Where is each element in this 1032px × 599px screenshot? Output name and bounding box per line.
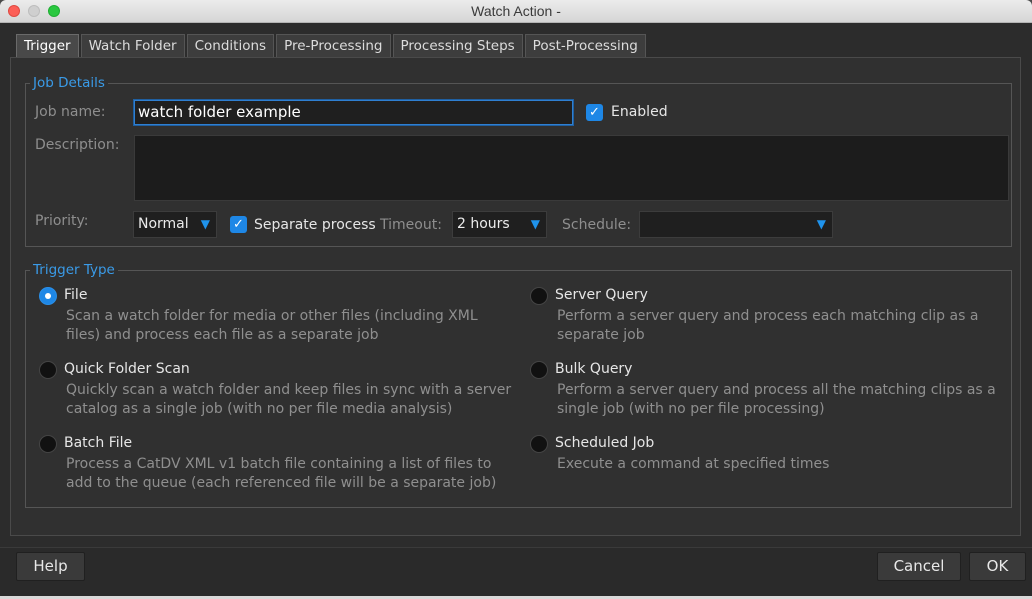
schedule-select[interactable]: ▼ bbox=[639, 211, 833, 238]
trigger-scheduled-job-description: Execute a command at specified times bbox=[557, 456, 830, 472]
separate-process-checkbox[interactable]: ✓ bbox=[230, 216, 247, 233]
cancel-button[interactable]: Cancel bbox=[877, 552, 961, 581]
chevron-down-icon: ▼ bbox=[530, 217, 540, 231]
trigger-batch-file-description: Process a CatDV XML v1 batch file contai… bbox=[66, 456, 497, 491]
tab-bar: Trigger Watch Folder Conditions Pre-Proc… bbox=[16, 34, 648, 58]
description-label: Description: bbox=[35, 137, 120, 153]
ok-button[interactable]: OK bbox=[969, 552, 1026, 581]
trigger-scheduled-job-radio[interactable] bbox=[530, 435, 548, 453]
job-details-legend: Job Details bbox=[33, 75, 105, 91]
trigger-batch-file-radio[interactable] bbox=[39, 435, 57, 453]
trigger-server-query-description: Perform a server query and process each … bbox=[557, 308, 979, 343]
description-textarea[interactable] bbox=[134, 135, 1009, 201]
job-name-label: Job name: bbox=[35, 104, 106, 120]
tab-processing-steps[interactable]: Processing Steps bbox=[392, 34, 523, 57]
chevron-down-icon: ▼ bbox=[816, 217, 826, 231]
trigger-bulk-query-description: Perform a server query and process all t… bbox=[557, 382, 996, 417]
priority-select[interactable]: Normal ▼ bbox=[133, 211, 217, 238]
trigger-type-legend: Trigger Type bbox=[33, 262, 115, 278]
timeout-label: Timeout: bbox=[380, 217, 442, 233]
watch-action-dialog: Watch Action - Trigger Watch Folder Cond… bbox=[0, 0, 1032, 596]
title-bar[interactable]: Watch Action - bbox=[0, 0, 1032, 23]
enabled-label: Enabled bbox=[611, 104, 668, 120]
schedule-label: Schedule: bbox=[562, 217, 632, 233]
dialog-footer: Help Cancel OK bbox=[0, 547, 1032, 596]
tab-trigger[interactable]: Trigger bbox=[16, 34, 79, 58]
job-name-input[interactable]: watch folder example bbox=[134, 100, 573, 125]
timeout-select[interactable]: 2 hours ▼ bbox=[452, 211, 547, 238]
help-button[interactable]: Help bbox=[16, 552, 85, 581]
trigger-file-radio[interactable] bbox=[39, 287, 57, 305]
trigger-panel: Job Details Job name: watch folder examp… bbox=[10, 57, 1021, 536]
trigger-quick-folder-scan-label: Quick Folder Scan bbox=[64, 361, 190, 377]
trigger-scheduled-job-label: Scheduled Job bbox=[555, 435, 655, 451]
chevron-down-icon: ▼ bbox=[200, 217, 210, 231]
trigger-file-description: Scan a watch folder for media or other f… bbox=[66, 308, 478, 343]
tab-post-processing[interactable]: Post-Processing bbox=[524, 34, 646, 57]
trigger-file-label: File bbox=[64, 287, 88, 303]
trigger-bulk-query-radio[interactable] bbox=[530, 361, 548, 379]
trigger-quick-folder-scan-radio[interactable] bbox=[39, 361, 57, 379]
priority-value: Normal bbox=[138, 216, 189, 232]
tab-watch-folder[interactable]: Watch Folder bbox=[80, 34, 185, 57]
trigger-batch-file-label: Batch File bbox=[64, 435, 133, 451]
priority-label: Priority: bbox=[35, 213, 89, 229]
tab-conditions[interactable]: Conditions bbox=[186, 34, 275, 57]
separate-process-label: Separate process bbox=[254, 217, 376, 233]
trigger-bulk-query-label: Bulk Query bbox=[555, 361, 633, 377]
trigger-quick-folder-scan-description: Quickly scan a watch folder and keep fil… bbox=[66, 382, 512, 417]
trigger-server-query-radio[interactable] bbox=[530, 287, 548, 305]
trigger-server-query-label: Server Query bbox=[555, 287, 648, 303]
window-title: Watch Action - bbox=[471, 3, 561, 19]
zoom-window-button[interactable] bbox=[48, 5, 60, 17]
close-window-button[interactable] bbox=[8, 5, 20, 17]
tab-pre-processing[interactable]: Pre-Processing bbox=[276, 34, 391, 57]
minimize-window-button[interactable] bbox=[28, 5, 40, 17]
enabled-checkbox[interactable]: ✓ bbox=[586, 104, 603, 121]
timeout-value: 2 hours bbox=[457, 216, 510, 232]
